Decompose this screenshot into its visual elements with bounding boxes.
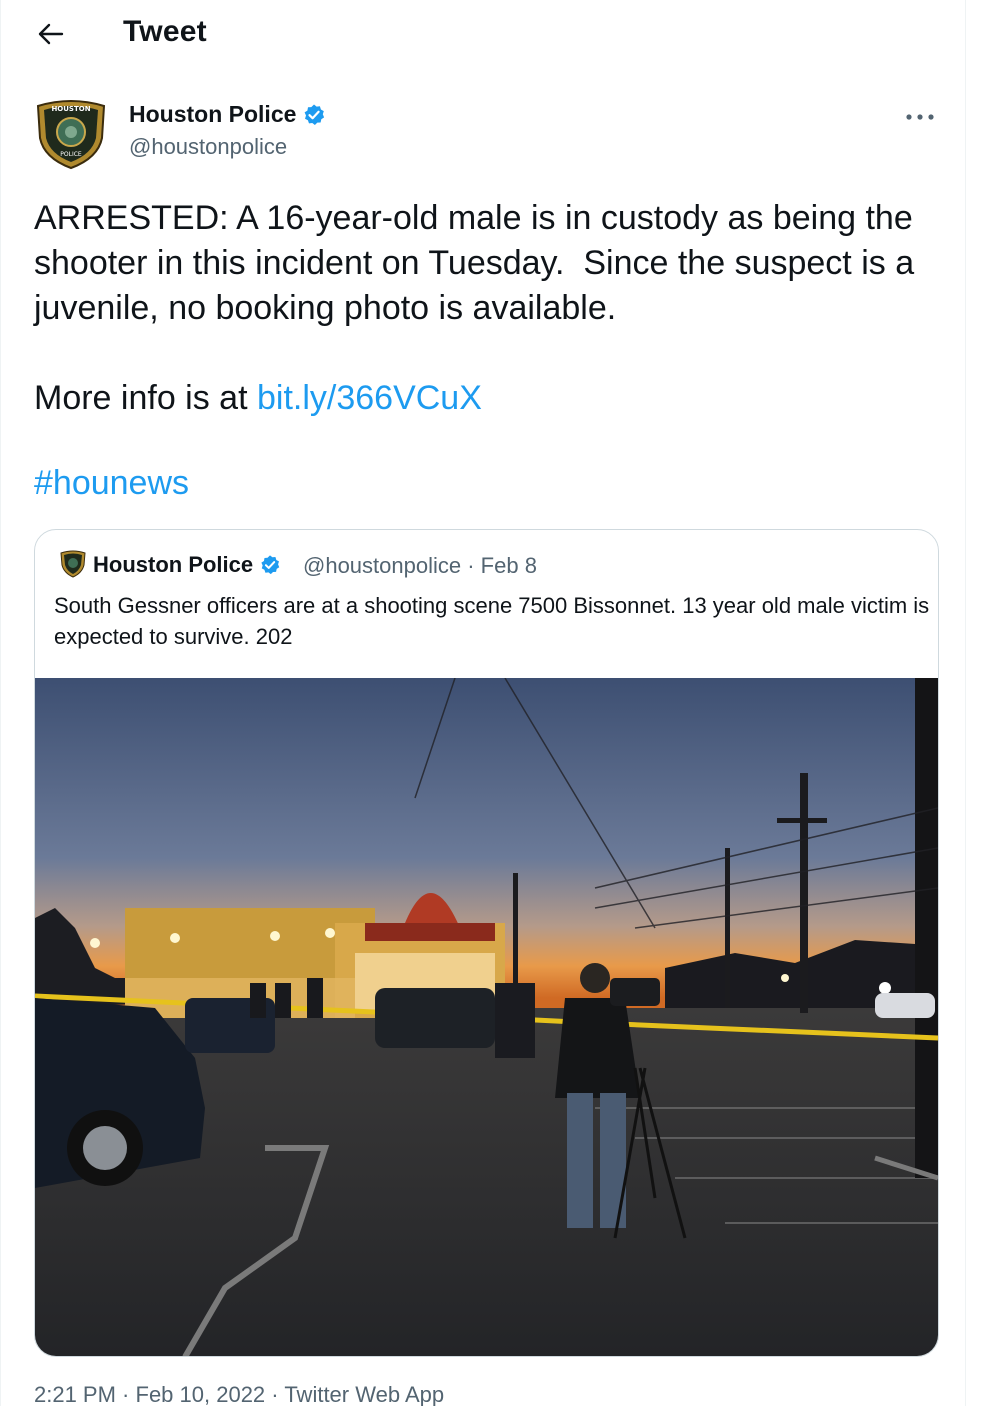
badge-top-text: HOUSTON xyxy=(51,105,90,113)
quoted-author-name: Houston Police xyxy=(93,552,281,578)
badge-bottom-text: POLICE xyxy=(60,151,82,158)
footer-separator: · xyxy=(265,1382,285,1406)
tweet-main-text: ARRESTED: A 16-year-old male is in custo… xyxy=(34,199,924,327)
quoted-meta: @houstonpolice · Feb 8 xyxy=(303,553,537,579)
hashtag-link[interactable]: #hounews xyxy=(34,464,189,503)
author-avatar[interactable]: HOUSTON POLICE xyxy=(31,94,111,174)
quoted-separator: · xyxy=(461,553,481,578)
page-title: Tweet xyxy=(123,15,207,48)
author-name-text: Houston Police xyxy=(129,101,297,127)
tweet-more-info: More info is at bit.ly/366VCuX xyxy=(34,376,934,421)
verified-badge-icon xyxy=(305,104,325,125)
more-options-button[interactable] xyxy=(895,95,945,139)
author-name[interactable]: Houston Police xyxy=(129,101,326,128)
tweet-text: ARRESTED: A 16-year-old male is in custo… xyxy=(34,196,934,421)
shooting-scene-photo xyxy=(35,678,938,1356)
page-header: Tweet xyxy=(1,0,967,66)
quoted-date: Feb 8 xyxy=(480,553,537,578)
quoted-text: South Gessner officers are at a shooting… xyxy=(54,593,930,649)
tweet-link[interactable]: bit.ly/366VCuX xyxy=(257,379,482,417)
more-info-prefix: More info is at xyxy=(34,379,257,417)
quoted-handle: @houstonpolice xyxy=(303,553,462,578)
tweet-timestamp: 2:21 PM · Feb 10, 2022 · Twitter Web App xyxy=(34,1382,444,1406)
quoted-author-name-text: Houston Police xyxy=(93,552,254,577)
quoted-tweet-card[interactable]: Houston Police @houstonpolice · Feb 8 So… xyxy=(34,529,939,1357)
footer-separator: · xyxy=(115,1382,136,1406)
tweet-time[interactable]: 2:21 PM xyxy=(34,1382,116,1406)
more-horizontal-icon xyxy=(906,114,934,120)
back-button[interactable] xyxy=(29,12,73,56)
verified-badge-icon xyxy=(261,555,280,575)
tweet-source: Twitter Web App xyxy=(284,1382,445,1406)
quoted-photo[interactable] xyxy=(35,678,938,1356)
tweet-date[interactable]: Feb 10, 2022 xyxy=(136,1382,266,1406)
quoted-author-avatar xyxy=(60,550,86,578)
author-handle[interactable]: @houstonpolice xyxy=(129,134,287,160)
tweet-column: Tweet HOUSTON POLICE Houston Police @hou… xyxy=(0,0,966,1406)
arrow-left-icon xyxy=(38,23,64,45)
police-badge-logo: HOUSTON POLICE xyxy=(36,100,106,170)
